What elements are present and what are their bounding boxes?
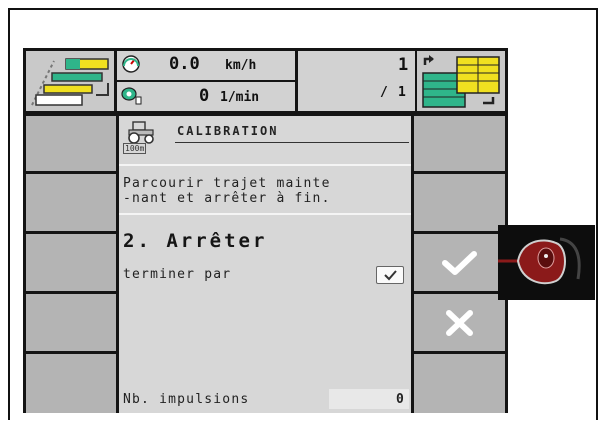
counter-prefix: / xyxy=(380,85,388,100)
check-key-icon xyxy=(376,266,404,284)
left-softkey-4[interactable] xyxy=(26,294,116,351)
right-softkey-2[interactable] xyxy=(414,174,505,231)
terminal-screen: 0.0 km/h 0 1/min 1 / 1 100m CALIBRATION … xyxy=(23,48,508,413)
speed-value: 0.0 xyxy=(169,54,200,74)
divider xyxy=(119,213,411,215)
calibration-dialog: 100m CALIBRATION Parcourir trajet mainte… xyxy=(119,116,411,413)
impulses-field: 0 xyxy=(329,389,409,409)
right-softkey-1[interactable] xyxy=(414,116,505,171)
impulses-label: Nb. impulsions xyxy=(123,392,250,407)
counter-bottom-value: 1 xyxy=(398,85,406,100)
instruction-line-1: Parcourir trajet mainte xyxy=(123,176,331,191)
step-title: 2. Arrêter xyxy=(123,230,268,252)
speed-field: 0.0 km/h xyxy=(117,51,295,80)
joystick-inset xyxy=(498,225,595,300)
left-softkey-3[interactable] xyxy=(26,234,116,291)
rpm-unit: 1/min xyxy=(220,90,260,105)
rpm-sensor-icon xyxy=(121,86,143,106)
left-softkey-5[interactable] xyxy=(26,354,116,413)
speed-unit: km/h xyxy=(225,58,257,73)
counter-top-value: 1 xyxy=(398,55,409,75)
left-softkey-2[interactable] xyxy=(26,174,116,231)
joystick-button-icon[interactable] xyxy=(498,225,595,300)
status-bar: 0.0 km/h 0 1/min 1 / 1 xyxy=(23,48,508,114)
divider xyxy=(119,164,411,166)
title-underline xyxy=(175,142,409,143)
speedometer-icon xyxy=(121,54,141,74)
instruction-line-2: -nant et arrêter à fin. xyxy=(123,191,331,206)
rpm-field: 0 1/min xyxy=(117,82,295,111)
confirm-button[interactable] xyxy=(414,234,505,291)
section-control-icon[interactable] xyxy=(417,51,505,111)
impulses-value: 0 xyxy=(395,392,405,407)
tractor-distance-caption: 100m xyxy=(123,143,147,154)
right-softkey-5[interactable] xyxy=(414,354,505,413)
implement-overview-icon[interactable] xyxy=(26,51,114,111)
cross-icon xyxy=(446,310,473,336)
checkmark-icon xyxy=(442,251,477,275)
dialog-title: CALIBRATION xyxy=(177,124,279,138)
cancel-button[interactable] xyxy=(414,294,505,351)
counter-field: 1 / 1 xyxy=(298,51,415,111)
left-softkey-1[interactable] xyxy=(26,116,116,171)
finish-label: terminer par xyxy=(123,267,232,282)
rpm-value: 0 xyxy=(199,86,210,106)
